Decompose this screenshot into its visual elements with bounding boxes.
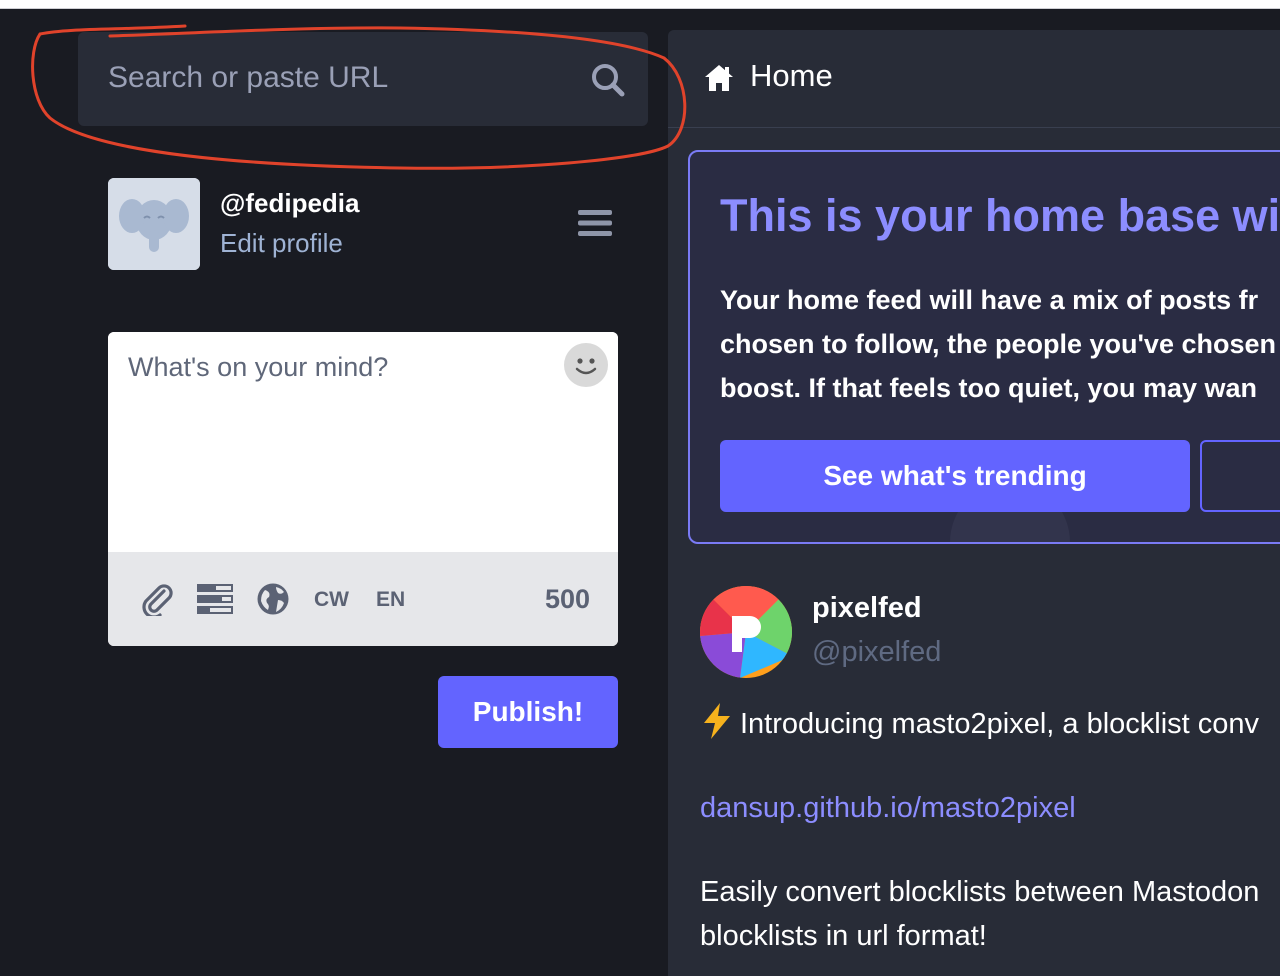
compose-form: CW EN 500 bbox=[108, 332, 618, 646]
globe-icon[interactable] bbox=[256, 582, 290, 616]
current-account: @fedipedia Edit profile bbox=[108, 178, 618, 270]
home-column: Home This is your home base withi Your h… bbox=[668, 30, 1280, 976]
search-icon[interactable] bbox=[588, 60, 628, 100]
status-post[interactable]: pixelfed @pixelfed Introducing masto2pix… bbox=[668, 580, 1280, 976]
edit-profile-link[interactable]: Edit profile bbox=[220, 228, 343, 259]
pixelfed-logo-avatar[interactable] bbox=[700, 586, 792, 678]
banner-line: boost. If that feels too quiet, you may … bbox=[720, 373, 1258, 403]
compose-toolbar: CW EN 500 bbox=[108, 552, 618, 646]
banner-title: This is your home base withi bbox=[720, 190, 1280, 241]
status-body-line: Easily convert blocklists between Mastod… bbox=[700, 876, 1260, 908]
status-link-line: dansup.github.io/masto2pixel bbox=[700, 786, 1076, 830]
paperclip-icon[interactable] bbox=[140, 582, 174, 616]
column-header[interactable]: Home bbox=[668, 30, 1280, 128]
lightning-bolt-icon bbox=[704, 703, 730, 739]
status-intro-line: Introducing masto2pixel, a blocklist con… bbox=[700, 702, 1259, 746]
elephant-avatar-icon bbox=[108, 178, 200, 270]
home-explainer-banner: This is your home base withi Your home f… bbox=[688, 150, 1280, 544]
publish-button[interactable]: Publish! bbox=[438, 676, 618, 748]
emoji-icon[interactable] bbox=[563, 342, 609, 388]
banner-line: chosen to follow, the people you've chos… bbox=[720, 329, 1276, 359]
content-warning-toggle[interactable]: CW bbox=[314, 588, 349, 612]
home-icon bbox=[705, 65, 733, 91]
banner-line: Your home feed will have a mix of posts … bbox=[720, 285, 1259, 315]
compose-textarea[interactable] bbox=[108, 332, 618, 552]
language-selector[interactable]: EN bbox=[376, 588, 405, 612]
avatar[interactable] bbox=[108, 178, 200, 270]
status-display-name[interactable]: pixelfed bbox=[812, 592, 922, 625]
status-account[interactable]: @pixelfed bbox=[812, 636, 941, 669]
search-box[interactable] bbox=[78, 32, 648, 126]
see-trending-button[interactable]: See what's trending bbox=[720, 440, 1190, 512]
status-intro-text: Introducing masto2pixel, a blocklist con… bbox=[740, 708, 1260, 740]
account-handle: @fedipedia bbox=[220, 188, 360, 218]
secondary-button[interactable] bbox=[1200, 440, 1280, 512]
banner-body: Your home feed will have a mix of posts … bbox=[720, 278, 1280, 410]
search-input[interactable] bbox=[108, 58, 578, 98]
browser-top-edge bbox=[0, 0, 1280, 9]
status-link[interactable]: dansup.github.io/masto2pixel bbox=[700, 792, 1076, 824]
column-title: Home bbox=[750, 58, 833, 93]
poll-icon[interactable] bbox=[196, 582, 234, 616]
character-counter: 500 bbox=[544, 584, 590, 614]
hamburger-menu-icon[interactable] bbox=[578, 208, 612, 238]
status-body-line: blocklists in url format! bbox=[700, 920, 987, 952]
